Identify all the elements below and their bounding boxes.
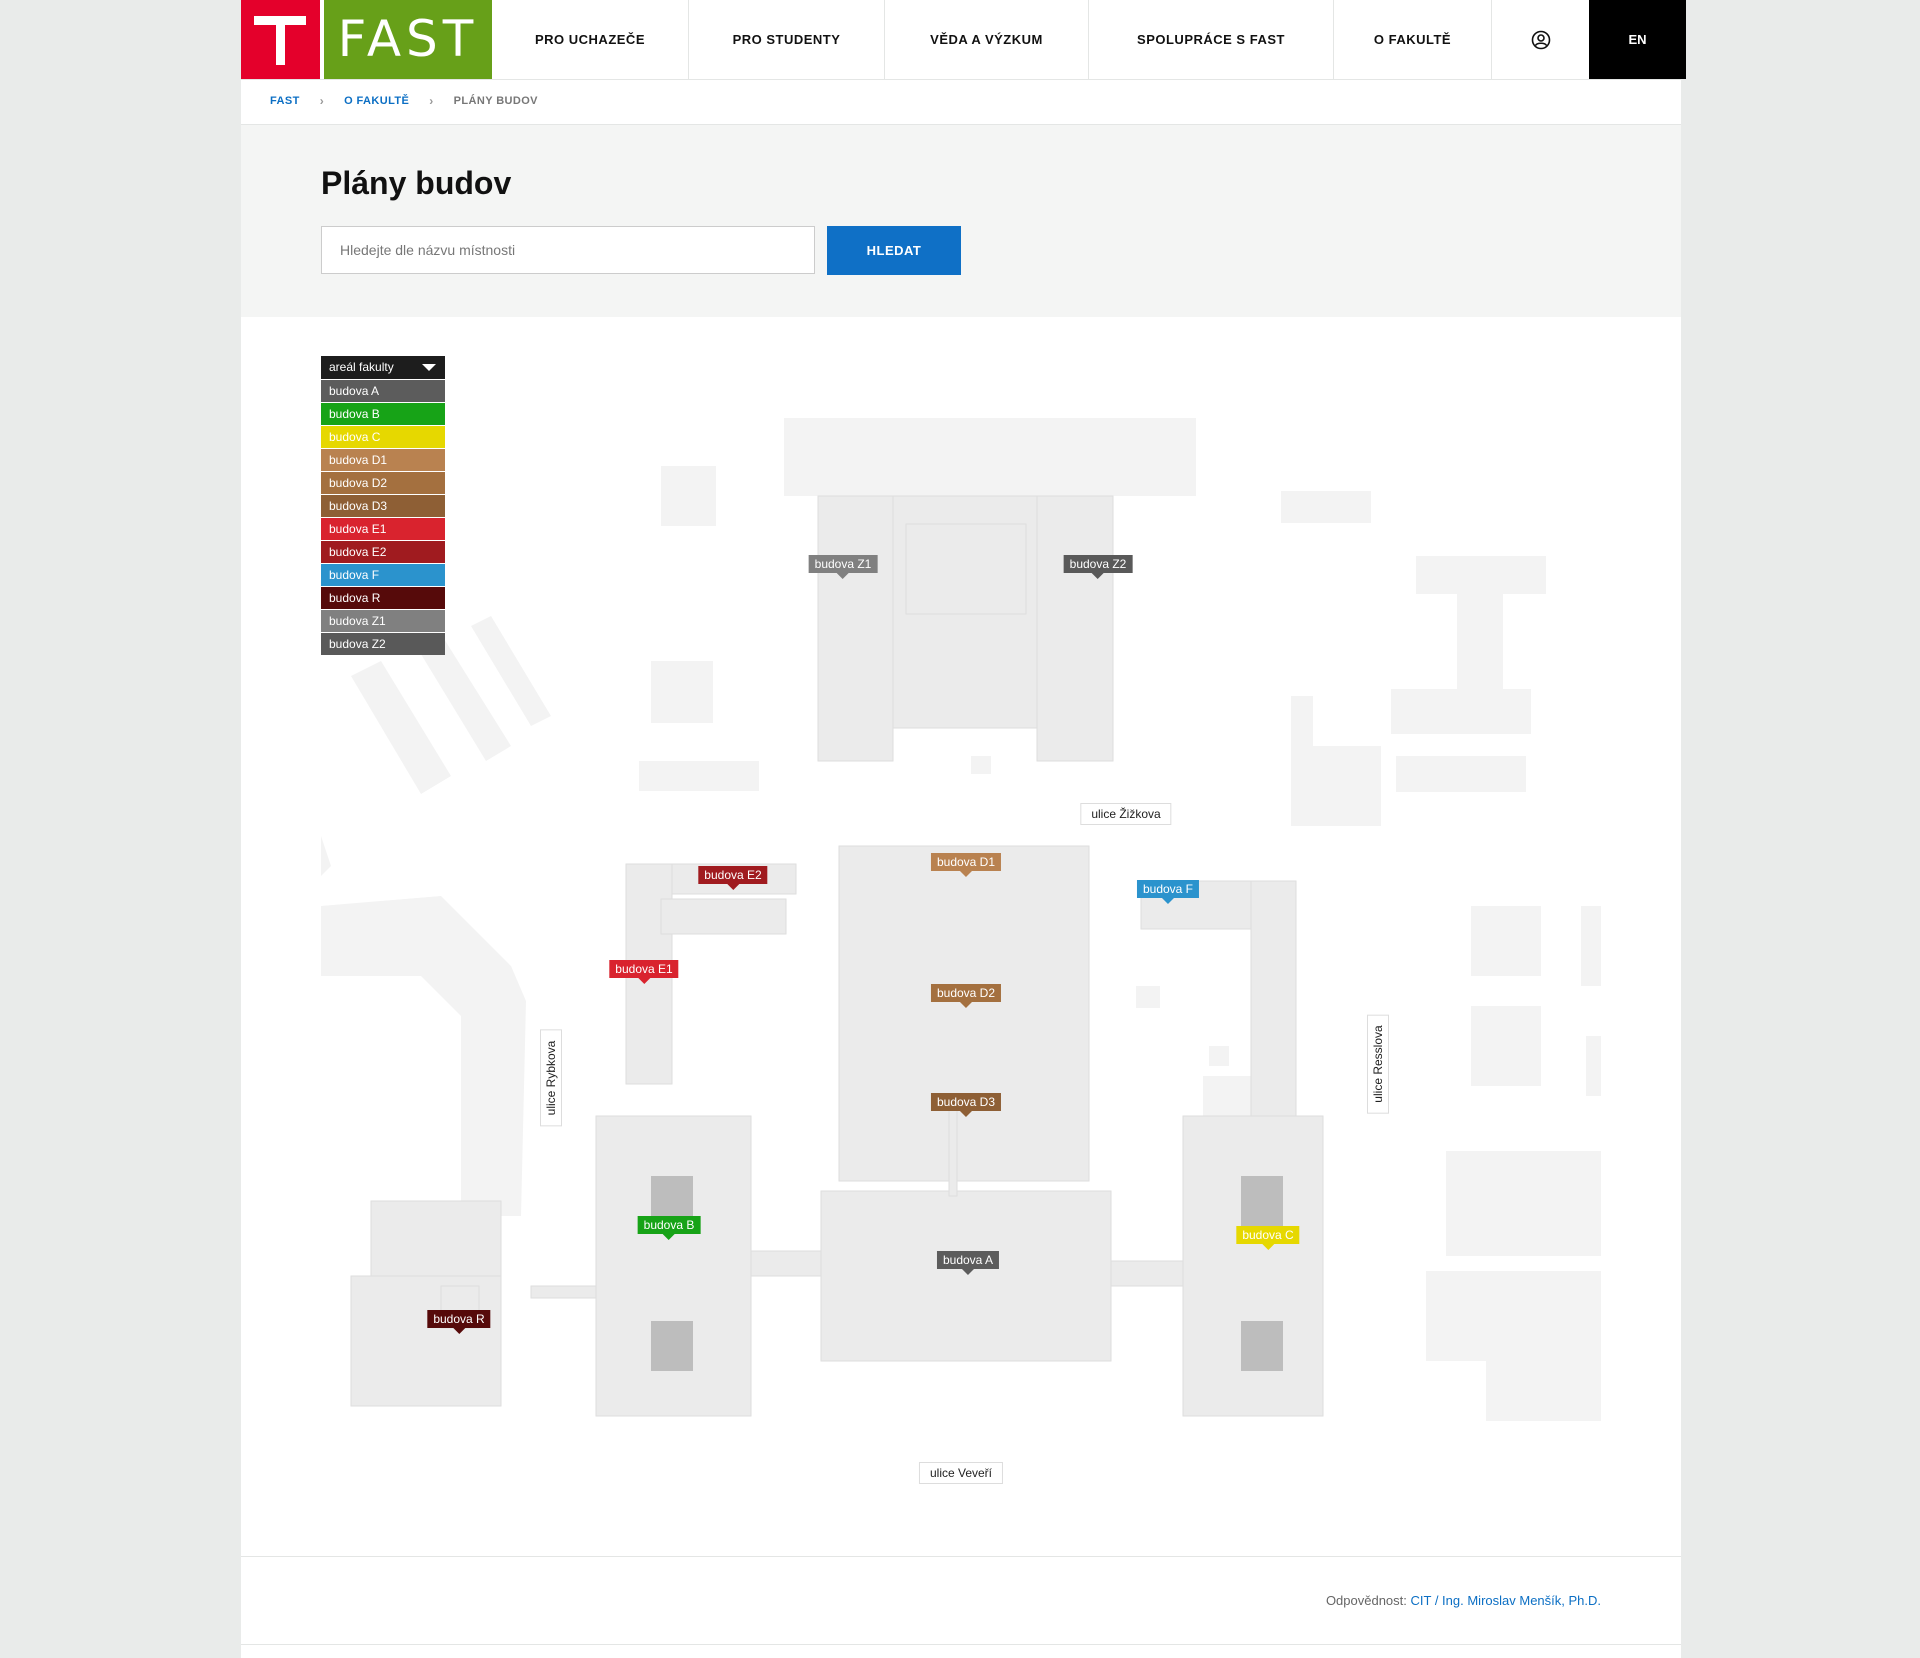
campus-map[interactable]: areál fakulty budova A budova B budova C… — [321, 316, 1601, 1556]
building-select[interactable]: areál fakulty — [321, 356, 445, 379]
page-footer: Odpovědnost: CIT / Ing. Miroslav Menšík,… — [241, 1556, 1681, 1645]
map-tag-a[interactable]: budova A — [936, 1251, 1000, 1275]
legend-item-e1[interactable]: budova E1 — [321, 518, 445, 540]
street-label-veveri: ulice Veveří — [919, 1463, 1003, 1483]
building-select-value: areál fakulty — [329, 360, 394, 374]
site-header: FAST PRO UCHAZEČE PRO STUDENTY VĚDA A VÝ… — [241, 0, 1686, 80]
breadcrumb-current: PLÁNY BUDOV — [453, 95, 538, 107]
fast-logo[interactable]: FAST — [324, 0, 492, 79]
map-tag-z1[interactable]: budova Z1 — [808, 555, 878, 579]
language-switch[interactable]: EN — [1589, 0, 1686, 79]
vut-logo[interactable] — [241, 0, 320, 79]
street-label-resslova: ulice Resslova — [1368, 1015, 1388, 1113]
legend-item-d1[interactable]: budova D1 — [321, 449, 445, 471]
breadcrumb-o-fakulte[interactable]: O FAKULTĚ — [344, 95, 409, 107]
user-circle-icon — [1531, 30, 1550, 49]
legend-item-c[interactable]: budova C — [321, 426, 445, 448]
campus-map-drawing — [321, 418, 1601, 1421]
nav-veda-a-vyzkum[interactable]: VĚDA A VÝZKUM — [885, 0, 1089, 79]
legend-item-f[interactable]: budova F — [321, 564, 445, 586]
nav-pro-studenty[interactable]: PRO STUDENTY — [689, 0, 885, 79]
nav-pro-uchazece[interactable]: PRO UCHAZEČE — [492, 0, 689, 79]
map-tag-d3[interactable]: budova D3 — [930, 1093, 1002, 1117]
map-tag-f[interactable]: budova F — [1136, 880, 1200, 904]
user-account-button[interactable] — [1492, 0, 1589, 79]
breadcrumb-fast[interactable]: FAST — [270, 95, 300, 107]
street-label-rybkova: ulice Rybkova — [541, 1030, 561, 1126]
chevron-right-icon: › — [319, 94, 325, 108]
map-tag-d2[interactable]: budova D2 — [930, 984, 1002, 1008]
breadcrumb: FAST › O FAKULTĚ › PLÁNY BUDOV — [270, 94, 538, 108]
page: FAST PRO UCHAZEČE PRO STUDENTY VĚDA A VÝ… — [241, 0, 1686, 1658]
search-button[interactable]: HLEDAT — [827, 226, 961, 275]
map-tag-c[interactable]: budova C — [1236, 1226, 1300, 1250]
chevron-right-icon: › — [429, 94, 434, 108]
legend-item-d2[interactable]: budova D2 — [321, 472, 445, 494]
responsibility-note: Odpovědnost: CIT / Ing. Miroslav Menšík,… — [1326, 1593, 1601, 1608]
map-tag-z2[interactable]: budova Z2 — [1063, 555, 1133, 579]
street-label-zizkova: ulice Žižkova — [1081, 804, 1171, 824]
page-header-section: Plány budov HLEDAT — [241, 124, 1681, 317]
responsibility-label: Odpovědnost: — [1325, 1593, 1407, 1608]
map-tag-d1[interactable]: budova D1 — [930, 853, 1002, 877]
legend-item-d3[interactable]: budova D3 — [321, 495, 445, 517]
caret-down-icon — [422, 364, 436, 371]
legend-item-e2[interactable]: budova E2 — [321, 541, 445, 563]
map-tag-r[interactable]: budova R — [427, 1310, 491, 1334]
legend-item-z1[interactable]: budova Z1 — [321, 610, 445, 632]
map-tag-b[interactable]: budova B — [637, 1216, 701, 1240]
map-tag-e1[interactable]: budova E1 — [609, 960, 679, 984]
map-tag-e2[interactable]: budova E2 — [698, 866, 768, 890]
building-legend: areál fakulty budova A budova B budova C… — [321, 356, 445, 655]
nav-spoluprace[interactable]: SPOLUPRÁCE S FAST — [1089, 0, 1334, 79]
legend-item-r[interactable]: budova R — [321, 587, 445, 609]
main-nav: PRO UCHAZEČE PRO STUDENTY VĚDA A VÝZKUM … — [492, 0, 1686, 79]
page-title: Plány budov — [321, 165, 512, 201]
legend-item-b[interactable]: budova B — [321, 403, 445, 425]
legend-item-a[interactable]: budova A — [321, 380, 445, 402]
nav-o-fakulte[interactable]: O FAKULTĚ — [1334, 0, 1492, 79]
responsibility-link[interactable]: CIT / Ing. Miroslav Menšík, Ph.D. — [1411, 1593, 1601, 1608]
legend-item-z2[interactable]: budova Z2 — [321, 633, 445, 655]
room-search-input[interactable] — [321, 226, 815, 274]
